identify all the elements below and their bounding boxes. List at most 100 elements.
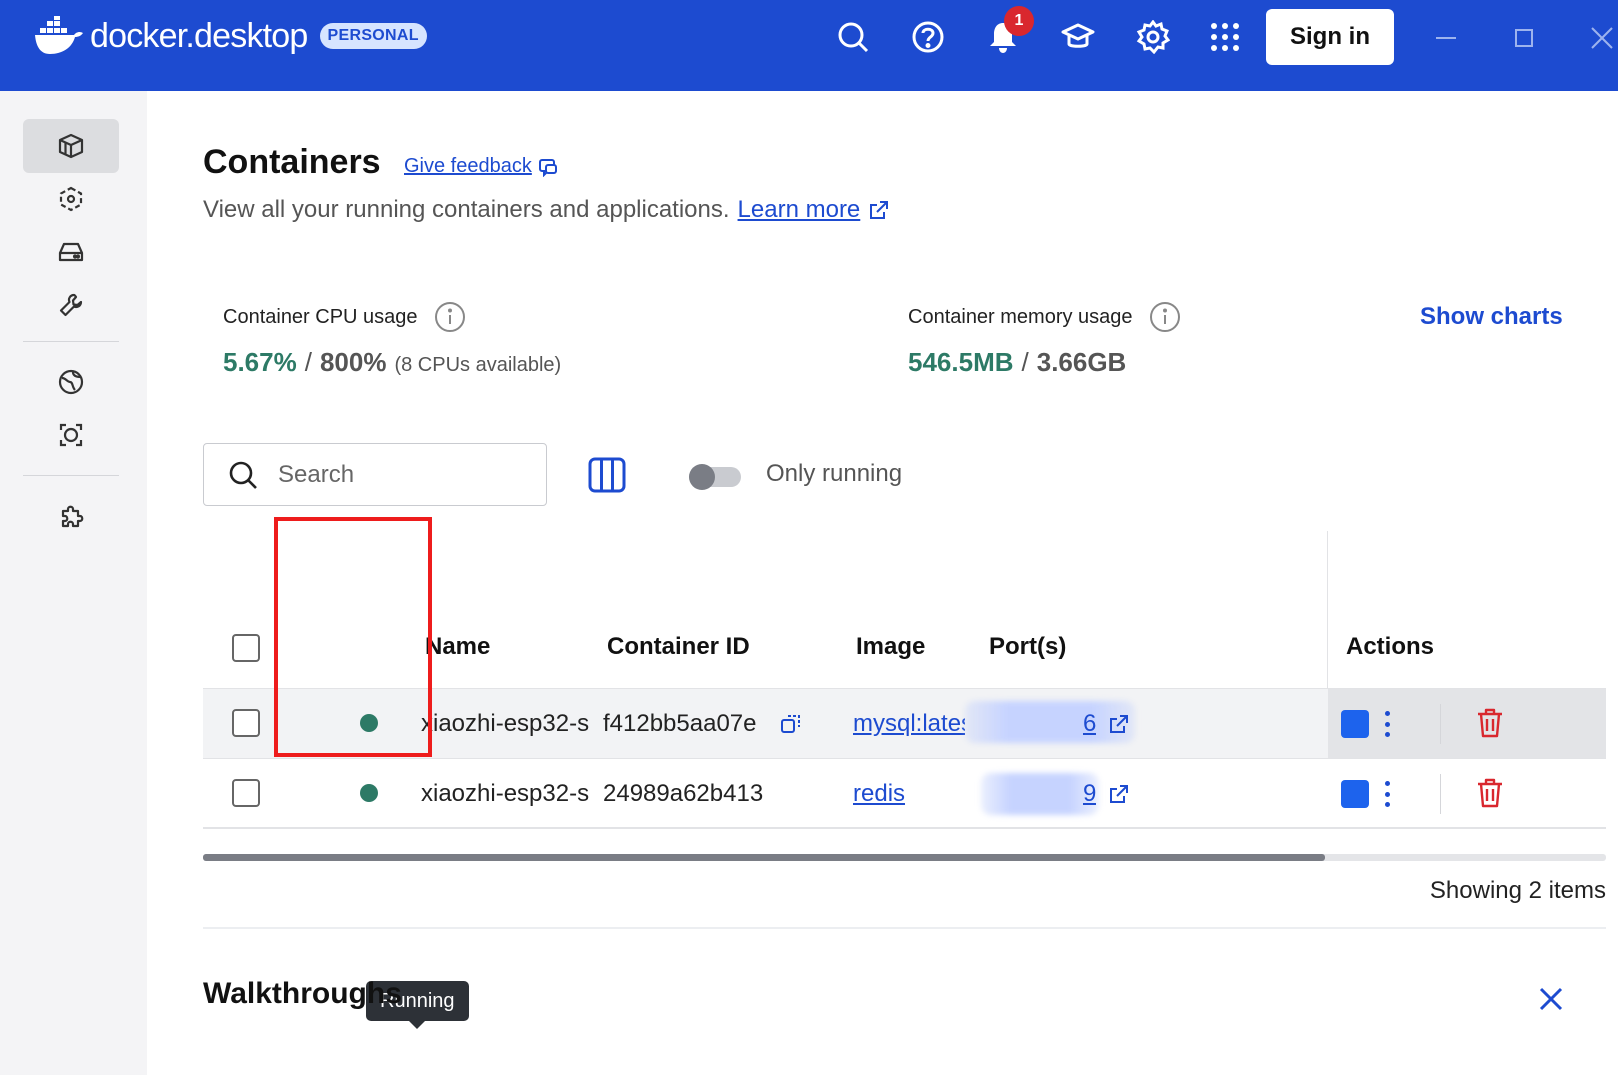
column-header-name[interactable]: Name	[425, 633, 490, 661]
column-header-actions: Actions	[1346, 633, 1435, 660]
brand-desktop: desktop	[194, 17, 308, 55]
sidebar-item-images[interactable]	[23, 172, 119, 226]
memory-total: 3.66GB	[1036, 347, 1127, 377]
page-subtitle: View all your running containers and app…	[203, 196, 890, 224]
table-row[interactable]: xiaozhi-esp32-s 24989a62b413 redis 9	[203, 758, 1606, 828]
sidebar-item-containers[interactable]	[23, 119, 119, 173]
page-title: Containers	[203, 143, 381, 181]
notification-count-badge: 1	[1004, 6, 1034, 36]
external-link-icon[interactable]	[1108, 783, 1130, 805]
container-id: 24989a62b413	[603, 780, 764, 807]
copy-icon[interactable]	[780, 713, 802, 735]
stop-button[interactable]	[1341, 780, 1369, 808]
image-link[interactable]: mysql:lates	[853, 710, 965, 738]
port-link[interactable]: 9	[1083, 780, 1096, 808]
annotation-highlight-box	[274, 517, 432, 757]
memory-usage-value: 546.5MB / 3.66GB	[908, 347, 1126, 378]
more-actions-icon[interactable]	[1377, 779, 1397, 809]
close-icon[interactable]	[1531, 979, 1571, 1019]
port-link[interactable]: 6	[1083, 710, 1096, 738]
sidebar-item-builds[interactable]	[23, 278, 119, 332]
row-checkbox[interactable]	[232, 779, 260, 807]
memory-usage-label-text: Container memory usage	[908, 305, 1133, 328]
sidebar-item-docker-scout[interactable]	[23, 408, 119, 462]
show-charts-link[interactable]: Show charts	[1420, 303, 1563, 331]
containers-icon	[58, 133, 84, 159]
sidebar-item-extensions[interactable]	[23, 489, 119, 543]
docker-whale-icon	[35, 16, 83, 54]
cpu-used: 5.67%	[223, 347, 297, 377]
search-icon[interactable]	[834, 18, 872, 56]
sidebar-divider	[23, 341, 119, 342]
sidebar-item-volumes[interactable]	[23, 225, 119, 279]
subtitle-text: View all your running containers and app…	[203, 196, 730, 223]
memory-info-icon[interactable]	[1149, 301, 1181, 333]
docker-scout-icon	[59, 423, 83, 447]
external-link-icon[interactable]	[1108, 713, 1130, 735]
more-actions-icon[interactable]	[1377, 709, 1397, 739]
column-header-image[interactable]: Image	[856, 633, 925, 661]
settings-icon[interactable]	[1134, 18, 1172, 56]
search-icon	[229, 461, 257, 489]
toggle-knob	[689, 464, 715, 490]
brand-docker: docker	[90, 17, 186, 55]
only-running-toggle[interactable]	[689, 464, 741, 490]
container-id: f412bb5aa07e	[603, 710, 757, 737]
sidebar	[0, 91, 147, 1075]
docker-desktop-logo: docker.desktop PERSONAL	[34, 16, 427, 56]
section-divider	[203, 927, 1606, 929]
help-icon[interactable]	[909, 18, 947, 56]
main-content: Containers Give feedback View all your r…	[147, 91, 1618, 1075]
status-running-indicator[interactable]	[360, 784, 378, 802]
give-feedback-label: Give feedback	[404, 155, 532, 177]
delete-icon[interactable]	[1476, 708, 1504, 738]
column-header-container-id[interactable]: Container ID	[607, 633, 750, 661]
column-header-ports[interactable]: Port(s)	[989, 633, 1066, 661]
maximize-icon[interactable]	[1506, 20, 1542, 56]
external-link-icon	[870, 201, 889, 219]
only-running-label: Only running	[766, 460, 903, 487]
delete-icon[interactable]	[1476, 778, 1504, 808]
feedback-chat-icon	[538, 158, 557, 177]
actions-separator	[1440, 774, 1441, 814]
table-bottom-border	[203, 827, 1606, 829]
search-placeholder: Search	[278, 460, 355, 488]
learn-more-link[interactable]: Learn more	[738, 196, 861, 224]
image-link[interactable]: redis	[853, 780, 905, 808]
sidebar-item-docker-hub[interactable]	[23, 355, 119, 409]
apps-grid-icon[interactable]	[1206, 18, 1244, 56]
minimize-icon[interactable]	[1428, 20, 1464, 56]
cpu-note: (8 CPUs available)	[394, 354, 562, 376]
learning-center-icon[interactable]	[1059, 18, 1097, 56]
plan-badge: PERSONAL	[319, 23, 427, 49]
redacted-port	[981, 773, 1099, 815]
docker-hub-icon	[58, 369, 84, 395]
brand-name: docker.desktop	[90, 17, 308, 55]
cpu-usage-value: 5.67% / 800% (8 CPUs available)	[223, 347, 561, 378]
columns-toggle-button[interactable]	[587, 455, 627, 495]
cpu-separator: /	[304, 347, 312, 377]
columns-icon	[588, 457, 626, 493]
cpu-total: 800%	[319, 347, 387, 377]
sign-in-button[interactable]: Sign in	[1266, 9, 1394, 65]
volumes-icon	[58, 242, 84, 262]
extensions-icon	[61, 505, 84, 528]
search-input[interactable]: Search	[203, 443, 547, 506]
items-count: Showing 2 items	[1429, 877, 1606, 904]
cpu-info-icon[interactable]	[434, 301, 466, 333]
cpu-usage-label: Container CPU usage	[223, 301, 466, 333]
images-icon	[59, 186, 83, 212]
stop-button[interactable]	[1341, 710, 1369, 738]
horizontal-scrollbar[interactable]	[203, 854, 1606, 861]
memory-used: 546.5MB	[908, 347, 1014, 377]
cpu-usage-label-text: Container CPU usage	[223, 305, 418, 328]
row-checkbox[interactable]	[232, 709, 260, 737]
container-name[interactable]: xiaozhi-esp32-s	[421, 710, 593, 738]
title-bar: docker.desktop PERSONAL 1 Sign in	[0, 0, 1618, 91]
give-feedback-link[interactable]: Give feedback	[404, 155, 558, 178]
select-all-checkbox[interactable]	[232, 634, 260, 662]
scrollbar-thumb[interactable]	[203, 854, 1326, 861]
row-actions-background	[1328, 689, 1606, 759]
window-close-icon[interactable]	[1584, 20, 1618, 56]
container-name[interactable]: xiaozhi-esp32-s	[421, 780, 593, 808]
